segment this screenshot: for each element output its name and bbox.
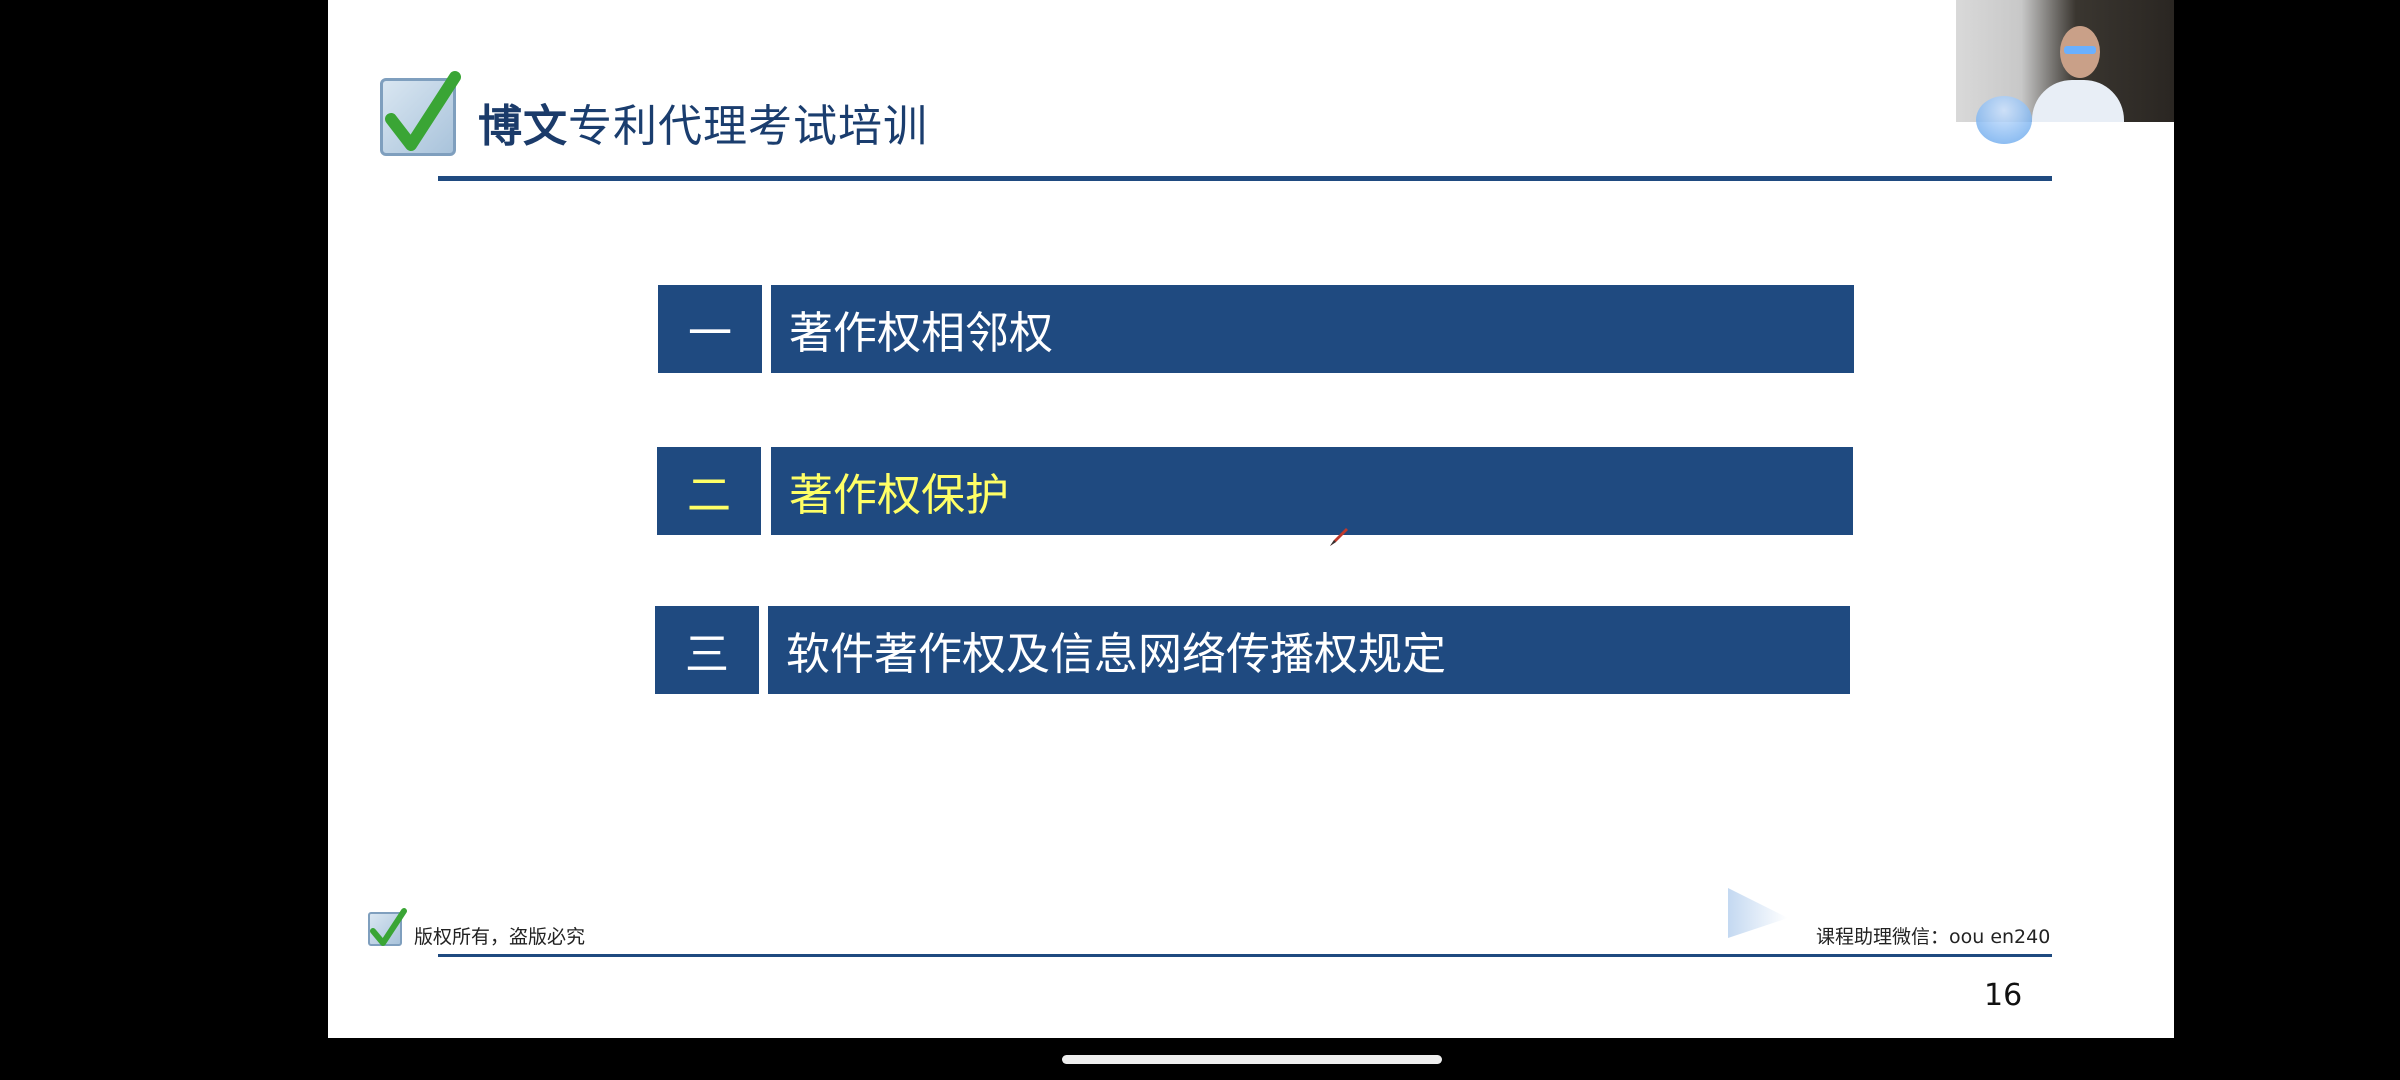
brand-name: 博文 [478, 101, 568, 152]
checkmark-logo-icon [380, 71, 461, 156]
footer-copyright: 版权所有，盗版必究 [414, 926, 586, 948]
item-label-3: 软件著作权及信息网络传播权规定 [768, 606, 1850, 694]
page-number: 16 [1984, 978, 2023, 1013]
home-indicator[interactable] [1062, 1055, 1442, 1064]
item-number-2: 二 [657, 447, 761, 535]
slide-header-title: 博文专利代理考试培训 [478, 90, 928, 154]
presenter-glasses [2064, 46, 2096, 54]
pen-cursor-icon [1330, 528, 1348, 546]
footer-divider [438, 954, 2052, 957]
header-subtitle: 专利代理考试培训 [568, 101, 928, 152]
webcam-badge-icon [1976, 96, 2032, 144]
footer-contact: 课程助理微信：oou en240 [1816, 926, 2051, 948]
item-number-3: 三 [655, 606, 759, 694]
item-label-1: 著作权相邻权 [771, 285, 1854, 373]
footer-checkmark-icon [368, 908, 407, 946]
item-label-2: 著作权保护 [771, 447, 1853, 535]
item-number-1: 一 [658, 285, 762, 373]
header-divider [438, 176, 2052, 181]
presenter-shirt [2032, 80, 2124, 122]
